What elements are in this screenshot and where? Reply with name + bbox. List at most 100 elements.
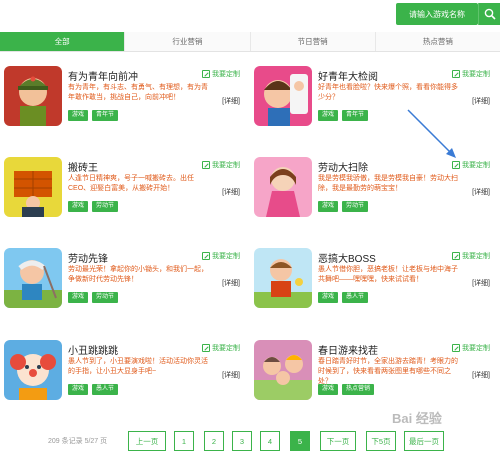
customize-link[interactable]: 我要定制 <box>202 343 240 353</box>
prev-page-button[interactable]: 上一页 <box>128 431 166 451</box>
customize-link[interactable]: 我要定制 <box>452 160 490 170</box>
game-description: 人逢节日精神爽，号子一喊搬砖去。出任CEO、迎娶白富美，从搬砖开始！ <box>68 175 194 192</box>
tag[interactable]: 青年节 <box>342 110 369 121</box>
tag[interactable]: 游戏 <box>68 384 89 395</box>
game-card[interactable]: 搬砖王 我要定制 人逢节日精神爽，号子一喊搬砖去。出任CEO、迎娶白富美，从搬砖… <box>4 157 244 225</box>
tag[interactable]: 愚人节 <box>342 292 369 303</box>
customize-link[interactable]: 我要定制 <box>452 69 490 79</box>
detail-link[interactable]: [详细] <box>472 278 490 288</box>
game-description: 春日踏青好时节，全家出游去踏青！考眼力的时候到了，快来看看两张图里有哪些不同之处… <box>318 358 458 385</box>
edit-icon <box>452 70 460 78</box>
game-description: 劳动最光荣！拿起你的小锄头，和我们一起，争做新时代劳动先锋！ <box>68 266 208 283</box>
tag[interactable]: 劳动节 <box>92 292 119 303</box>
tag-list: 游戏 青年节 <box>68 110 119 121</box>
detail-link[interactable]: [详细] <box>472 370 490 380</box>
page-1-button[interactable]: 1 <box>174 431 194 451</box>
game-description: 我是劳模我骄傲，我是劳模我自豪！劳动大扫除，我是最勤劳的萌宝宝！ <box>318 175 458 192</box>
detail-link[interactable]: [详细] <box>222 96 240 106</box>
game-thumbnail[interactable] <box>254 248 312 308</box>
search-button[interactable]: 请输入游戏名称 <box>396 3 478 25</box>
tag[interactable]: 劳动节 <box>342 201 369 212</box>
edit-icon <box>202 252 210 260</box>
detail-link[interactable]: [详细] <box>222 278 240 288</box>
customize-link[interactable]: 我要定制 <box>452 251 490 261</box>
watermark: Bai 经验 <box>392 411 442 426</box>
tag[interactable]: 游戏 <box>68 110 89 121</box>
edit-icon <box>452 161 460 169</box>
customize-link[interactable]: 我要定制 <box>202 251 240 261</box>
game-thumbnail[interactable] <box>4 248 62 308</box>
game-card[interactable]: 恶搞大BOSS 我要定制 愚人节借你胆，恶搞老板！让老板与地中海子共舞吧——嘿嘿… <box>254 248 494 316</box>
page-2-button[interactable]: 2 <box>204 431 224 451</box>
pagination: 209 条记录 5/27 页 上一页 1 2 3 4 5 下一页 下5页 最后一… <box>0 431 500 451</box>
tag[interactable]: 游戏 <box>68 201 89 212</box>
game-description: 愚人节到了，小丑要演戏啦！活动活动你灵活的手指，让小丑大显身手吧~ <box>68 358 208 375</box>
edit-icon <box>452 252 460 260</box>
game-thumbnail[interactable] <box>254 157 312 217</box>
game-title[interactable]: 恶搞大BOSS <box>318 250 376 265</box>
tab-festival-marketing[interactable]: 节日营销 <box>250 32 376 51</box>
search-icon <box>484 8 496 20</box>
next-5-pages-button[interactable]: 下5页 <box>366 431 396 451</box>
tag[interactable]: 游戏 <box>318 384 339 395</box>
game-card[interactable]: 春日游来找茬 我要定制 春日踏青好时节，全家出游去踏青！考眼力的时候到了，快来看… <box>254 340 494 408</box>
tag[interactable]: 游戏 <box>318 201 339 212</box>
game-description: 有为青年，有斗志、有勇气、有理想，有为青年敢作敢当，挑战自己，向前冲吧！ <box>68 84 208 101</box>
record-info: 209 条记录 5/27 页 <box>48 438 108 445</box>
game-description: 愚人节借你胆，恶搞老板！让老板与地中海子共舞吧——嘿嘿嘿，快来试试看！ <box>318 266 458 283</box>
game-card[interactable]: 有为青年向前冲 我要定制 有为青年，有斗志、有勇气、有理想，有为青年敢作敢当，挑… <box>4 66 244 134</box>
next-page-button[interactable]: 下一页 <box>320 431 356 451</box>
game-thumbnail[interactable] <box>254 66 312 126</box>
game-card[interactable]: 劳动大扫除 我要定制 我是劳模我骄傲，我是劳模我自豪！劳动大扫除，我是最勤劳的萌… <box>254 157 494 225</box>
tag-list: 游戏 愚人节 <box>318 292 369 303</box>
customize-link[interactable]: 我要定制 <box>202 69 240 79</box>
detail-link[interactable]: [详细] <box>222 187 240 197</box>
game-card[interactable]: 好青年大检阅 我要定制 好青年也看脸啦？快来爆个照，看看你能得多少分？ [详细]… <box>254 66 494 134</box>
category-tabs: 全部 行业营销 节日营销 热点营销 <box>0 32 500 52</box>
last-page-button[interactable]: 最后一页 <box>404 431 444 451</box>
top-bar: 请输入游戏名称 <box>0 0 500 28</box>
page-5-button[interactable]: 5 <box>290 431 310 451</box>
tab-all[interactable]: 全部 <box>0 32 126 51</box>
tab-industry-marketing[interactable]: 行业营销 <box>125 32 251 51</box>
game-title[interactable]: 搬砖王 <box>68 159 98 174</box>
edit-icon <box>202 70 210 78</box>
edit-icon <box>202 344 210 352</box>
game-thumbnail[interactable] <box>4 340 62 400</box>
tag[interactable]: 劳动节 <box>92 201 119 212</box>
customize-link[interactable]: 我要定制 <box>452 343 490 353</box>
game-thumbnail[interactable] <box>254 340 312 400</box>
tag-list: 游戏 愚人节 <box>68 384 119 395</box>
tag[interactable]: 游戏 <box>318 110 339 121</box>
game-card[interactable]: 小丑跳跳跳 我要定制 愚人节到了，小丑要演戏啦！活动活动你灵活的手指，让小丑大显… <box>4 340 244 408</box>
tag[interactable]: 愚人节 <box>92 384 119 395</box>
tag-list: 游戏 热点营销 <box>318 384 375 395</box>
page-3-button[interactable]: 3 <box>232 431 252 451</box>
edit-icon <box>202 161 210 169</box>
tag[interactable]: 热点营销 <box>342 384 375 395</box>
game-title[interactable]: 好青年大检阅 <box>318 68 378 83</box>
game-card[interactable]: 劳动先锋 我要定制 劳动最光荣！拿起你的小锄头，和我们一起，争做新时代劳动先锋！… <box>4 248 244 316</box>
game-description: 好青年也看脸啦？快来爆个照，看看你能得多少分？ <box>318 84 458 101</box>
tag-list: 游戏 青年节 <box>318 110 369 121</box>
game-title[interactable]: 春日游来找茬 <box>318 342 378 357</box>
edit-icon <box>452 344 460 352</box>
game-thumbnail[interactable] <box>4 157 62 217</box>
tag[interactable]: 青年节 <box>92 110 119 121</box>
tab-hot-marketing[interactable]: 热点营销 <box>375 32 500 51</box>
detail-link[interactable]: [详细] <box>472 187 490 197</box>
game-title[interactable]: 有为青年向前冲 <box>68 68 138 83</box>
game-title[interactable]: 劳动大扫除 <box>318 159 368 174</box>
tag[interactable]: 游戏 <box>68 292 89 303</box>
tag[interactable]: 游戏 <box>318 292 339 303</box>
tag-list: 游戏 劳动节 <box>68 201 119 212</box>
tag-list: 游戏 劳动节 <box>68 292 119 303</box>
customize-link[interactable]: 我要定制 <box>202 160 240 170</box>
detail-link[interactable]: [详细] <box>472 96 490 106</box>
page-4-button[interactable]: 4 <box>260 431 280 451</box>
game-title[interactable]: 小丑跳跳跳 <box>68 342 118 357</box>
game-title[interactable]: 劳动先锋 <box>68 250 108 265</box>
game-thumbnail[interactable] <box>4 66 62 126</box>
detail-link[interactable]: [详细] <box>222 370 240 380</box>
search-icon-button[interactable] <box>478 3 500 25</box>
